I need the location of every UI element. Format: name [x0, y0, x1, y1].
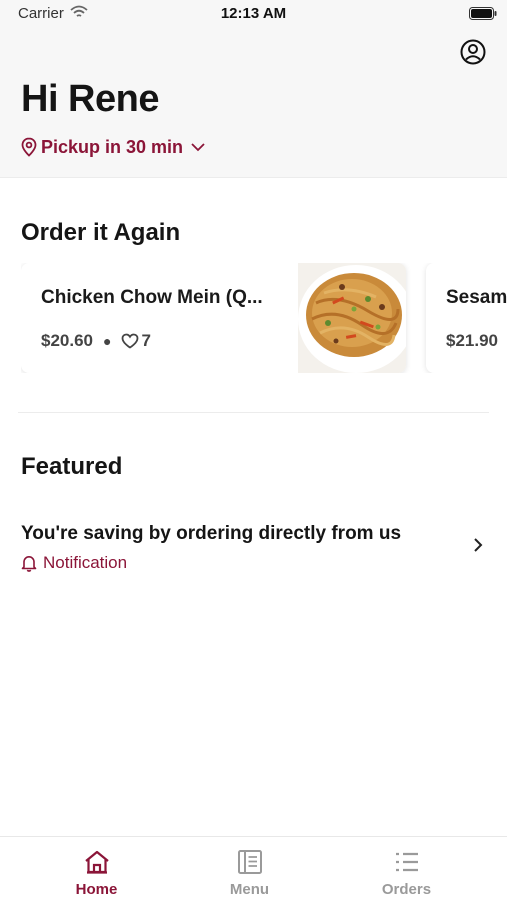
- section-divider: [18, 412, 489, 413]
- item-name: Sesam: [446, 287, 507, 308]
- featured-item-title: You're saving by ordering directly from …: [21, 523, 402, 544]
- like-count[interactable]: 7: [121, 331, 151, 351]
- order-again-card[interactable]: Chicken Chow Mein (Q... $20.60 ● 7: [21, 263, 406, 373]
- tab-home[interactable]: Home: [12, 837, 181, 900]
- battery-icon: [469, 7, 497, 20]
- tab-orders-label: Orders: [381, 881, 432, 898]
- header: Carrier 12:13 AM Hi Rene Pickup in 30 mi…: [0, 0, 507, 178]
- tab-home-label: Home: [75, 881, 118, 898]
- user-circle-icon: [460, 39, 486, 65]
- order-again-carousel[interactable]: Chicken Chow Mein (Q... $20.60 ● 7 Sesam…: [21, 263, 507, 373]
- chevron-down-icon: [191, 143, 205, 152]
- item-name: Chicken Chow Mein (Q...: [41, 287, 263, 308]
- location-pin-icon: [21, 137, 37, 157]
- item-price: $21.90: [446, 331, 498, 350]
- featured-item-subtitle: Notification: [21, 553, 127, 573]
- home-icon: [83, 849, 111, 875]
- chow-mein-image: [298, 263, 406, 373]
- separator-dot: ●: [103, 333, 112, 349]
- order-again-title: Order it Again: [21, 219, 181, 246]
- chevron-right-icon: [473, 537, 483, 558]
- greeting-title: Hi Rene: [21, 78, 159, 120]
- item-meta: $21.90: [446, 331, 498, 351]
- order-again-card[interactable]: Sesam $21.90: [426, 263, 507, 373]
- bell-icon: [21, 556, 37, 572]
- clock: 12:13 AM: [220, 5, 287, 22]
- tab-orders[interactable]: Orders: [322, 837, 491, 900]
- like-count-value: 7: [141, 331, 151, 350]
- item-meta: $20.60 ● 7: [41, 331, 151, 351]
- pickup-label: Pickup in 30 min: [41, 136, 184, 157]
- list-icon: [394, 849, 420, 875]
- heart-icon: [122, 333, 139, 349]
- pickup-selector[interactable]: Pickup in 30 min: [21, 134, 206, 160]
- tab-bar: Home Menu Orders: [0, 836, 507, 900]
- featured-item[interactable]: You're saving by ordering directly from …: [0, 515, 507, 585]
- item-price: $20.60: [41, 331, 93, 350]
- tab-menu[interactable]: Menu: [165, 837, 334, 900]
- menu-book-icon: [237, 849, 263, 875]
- profile-button[interactable]: [459, 38, 487, 66]
- notification-label: Notification: [43, 553, 128, 572]
- status-bar: Carrier 12:13 AM: [0, 0, 507, 28]
- featured-title: Featured: [21, 453, 123, 480]
- tab-menu-label: Menu: [229, 881, 270, 898]
